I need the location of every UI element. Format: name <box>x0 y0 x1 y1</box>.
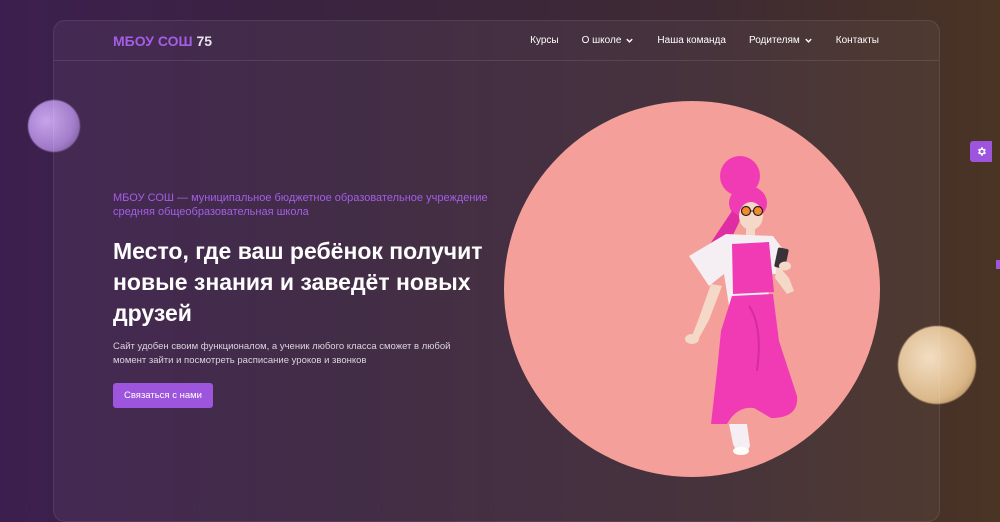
nav-item-contacts[interactable]: Контакты <box>836 35 879 46</box>
nav-links: Курсы О школе Наша команда Родителям Кон… <box>530 35 879 46</box>
hero-text: МБОУ СОШ — муниципальное бюджетное образ… <box>113 191 493 408</box>
nav-label: Контакты <box>835 35 879 46</box>
navbar: МБОУ СОШ 75 Курсы О школе Наша команда Р… <box>54 21 939 61</box>
logo-number: 75 <box>196 33 213 49</box>
logo-text: МБОУ СОШ <box>113 33 197 49</box>
nav-label: О школе <box>581 35 622 46</box>
nav-label: Курсы <box>530 35 559 46</box>
main-panel: МБОУ СОШ 75 Курсы О школе Наша команда Р… <box>53 20 940 522</box>
nav-item-parents[interactable]: Родителям <box>749 35 813 46</box>
chevron-down-icon <box>805 38 812 43</box>
nav-item-our-team[interactable]: Наша команда <box>657 35 726 46</box>
chevron-down-icon <box>626 38 634 43</box>
hero-description: Сайт удобен своим функционалом, а ученик… <box>113 341 451 366</box>
hero-headline: Место, где ваш ребёнок получит новые зна… <box>113 238 483 326</box>
gear-icon <box>977 147 986 156</box>
edge-indicator <box>996 260 1000 269</box>
nav-label: Родителям <box>748 35 800 46</box>
hero-subtitle: МБОУ СОШ — муниципальное бюджетное образ… <box>113 192 488 218</box>
settings-button[interactable] <box>970 141 992 162</box>
contact-us-button[interactable]: Связаться с нами <box>113 383 213 408</box>
logo[interactable]: МБОУ СОШ 75 <box>113 33 212 49</box>
nav-item-about-school[interactable]: О школе <box>582 35 635 46</box>
girl-with-phone-illustration <box>685 156 798 455</box>
nav-item-courses[interactable]: Курсы <box>530 35 558 46</box>
nav-label: Наша команда <box>657 35 726 46</box>
